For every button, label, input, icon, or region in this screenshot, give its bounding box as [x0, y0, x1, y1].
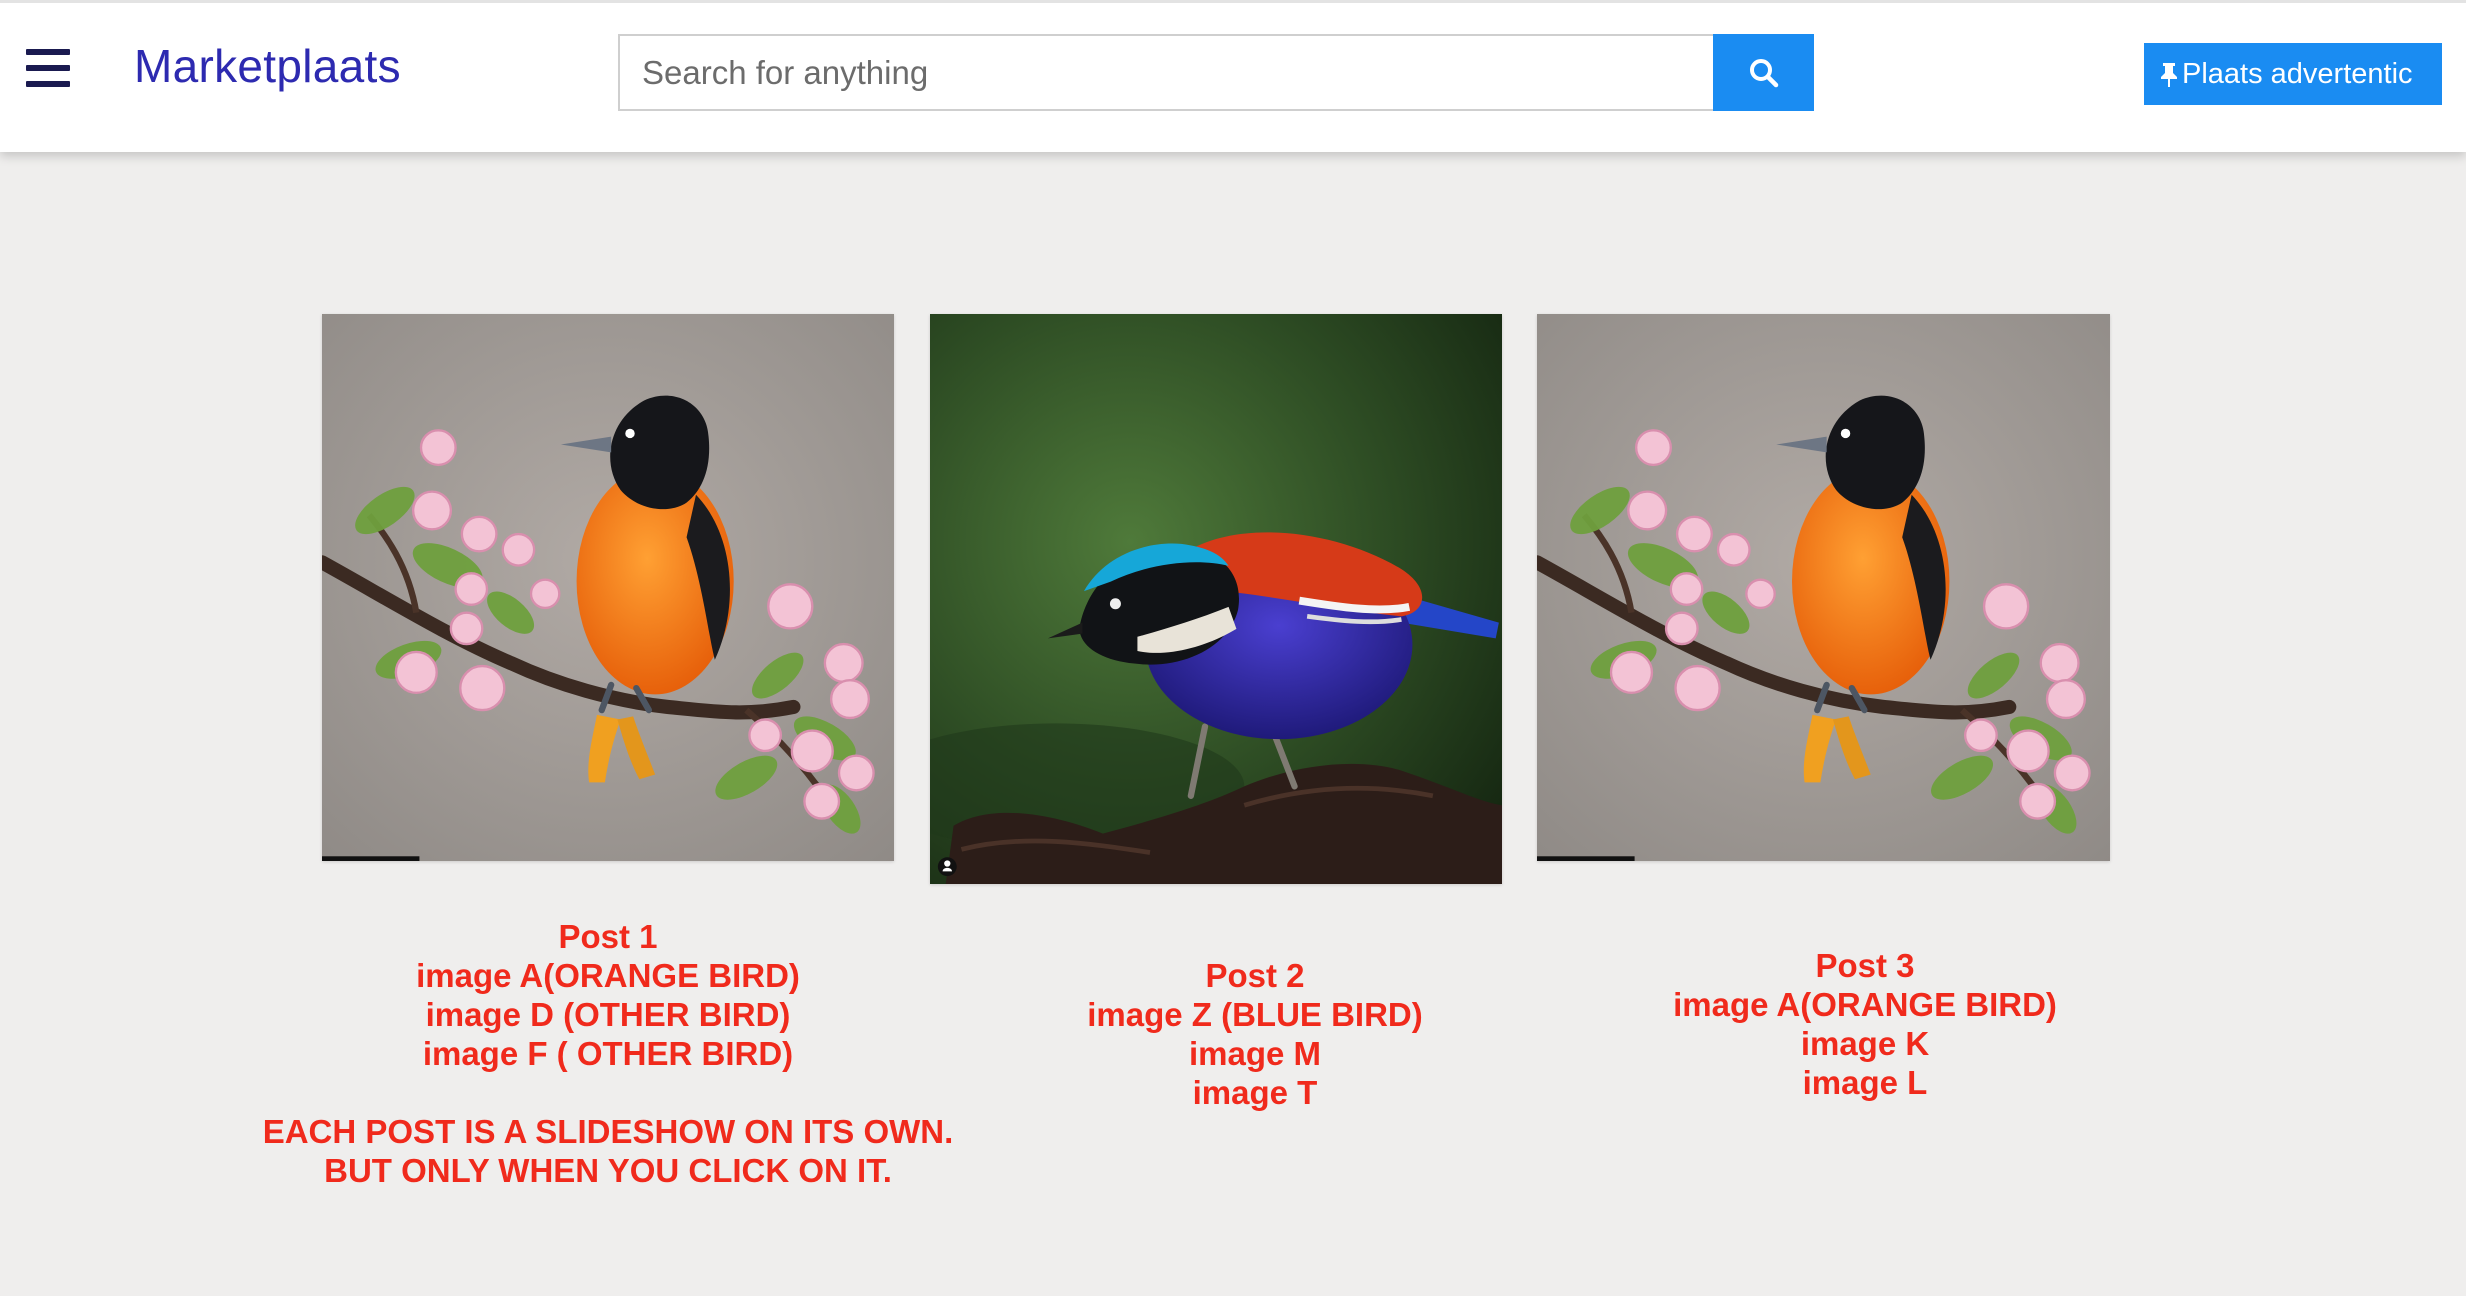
place-ad-button[interactable]: Plaats advertentic [2144, 43, 2442, 105]
post-1-caption: Post 1 image A(ORANGE BIRD) image D (OTH… [258, 917, 958, 1190]
image-label: image T [1192, 1074, 1318, 1111]
orange-bird-image [1537, 314, 2110, 861]
slideshow-note-line: BUT ONLY WHEN YOU CLICK ON IT. [324, 1152, 892, 1189]
blue-bird-image [930, 314, 1502, 884]
top-header: Marketplaats Plaats advertentic [0, 0, 2466, 152]
image-label: image M [1188, 1035, 1322, 1072]
image-label: image F ( OTHER BIRD) [422, 1035, 794, 1072]
search-button[interactable] [1713, 34, 1814, 111]
image-label: image Z (BLUE BIRD) [1087, 996, 1423, 1033]
slideshow-note-line: EACH POST IS A SLIDESHOW ON ITS OWN. [262, 1113, 954, 1150]
pushpin-icon [2161, 62, 2177, 87]
post-2-caption: Post 2 image Z (BLUE BIRD) image M image… [905, 956, 1605, 1112]
post-1-slideshow-image[interactable] [322, 314, 894, 861]
post-title: Post 1 [558, 918, 658, 955]
image-label: image A(ORANGE BIRD) [416, 957, 800, 994]
post-title: Post 3 [1815, 947, 1915, 984]
image-label: image A(ORANGE BIRD) [1673, 986, 2057, 1023]
search-icon [1749, 58, 1778, 87]
image-label: image D (OTHER BIRD) [425, 996, 791, 1033]
post-3-slideshow-image[interactable] [1537, 314, 2110, 861]
image-label: image L [1802, 1064, 1928, 1101]
hamburger-menu-icon[interactable] [26, 49, 70, 87]
post-title: Post 2 [1205, 957, 1305, 994]
post-2-slideshow-image[interactable] [930, 314, 1502, 884]
orange-bird-image [322, 314, 894, 861]
brand-logo[interactable]: Marketplaats [134, 39, 401, 93]
place-ad-label: Plaats advertentic [2182, 57, 2413, 90]
search-input[interactable] [618, 34, 1713, 111]
post-3-caption: Post 3 image A(ORANGE BIRD) image K imag… [1515, 946, 2215, 1102]
image-label: image K [1800, 1025, 1930, 1062]
